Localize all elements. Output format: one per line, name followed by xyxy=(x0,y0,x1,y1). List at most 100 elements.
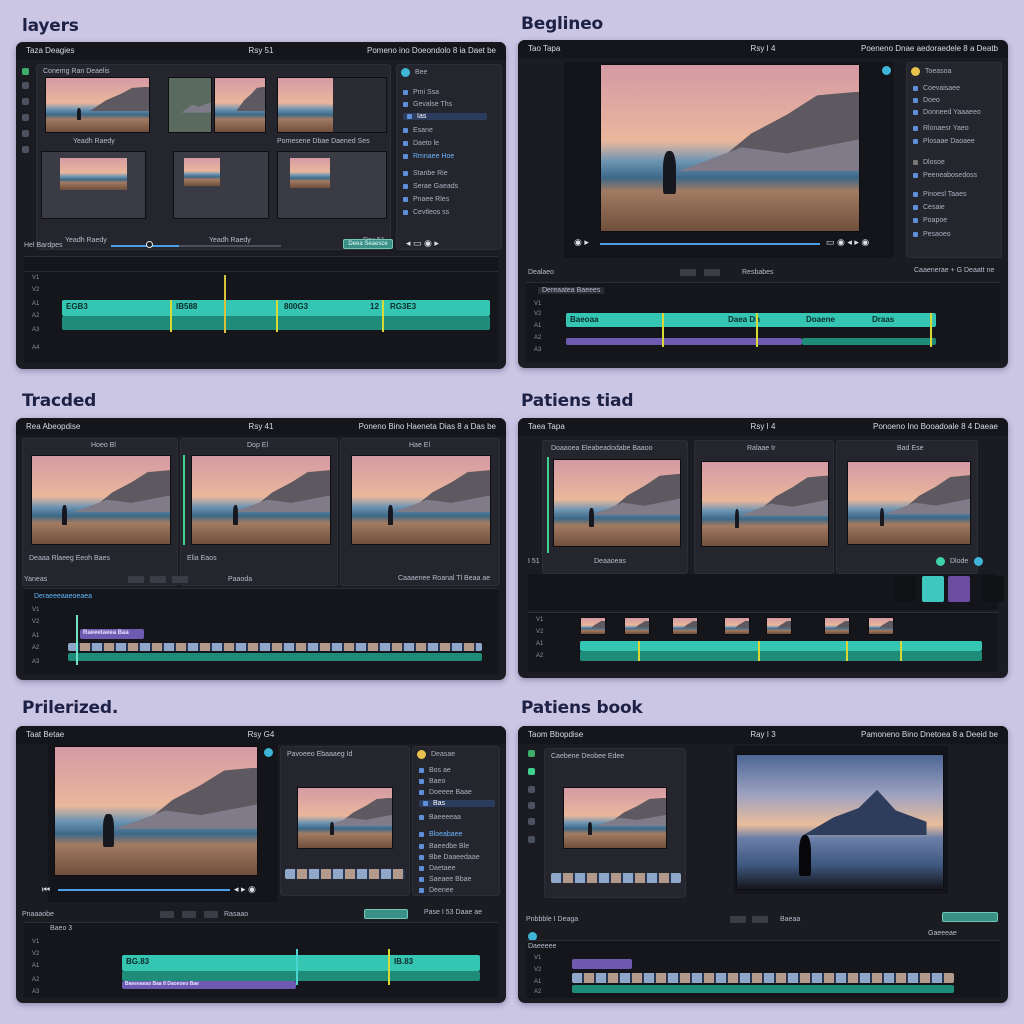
tool-icon[interactable] xyxy=(22,130,29,137)
sidebar-item[interactable]: Bee xyxy=(415,69,427,76)
sidebar-item[interactable]: Cevtleos ss xyxy=(403,209,449,216)
clip-thumbnail[interactable] xyxy=(824,617,850,635)
media-thumbnail[interactable] xyxy=(563,787,667,849)
tool-chip[interactable] xyxy=(752,916,768,923)
scrub-bar[interactable] xyxy=(111,245,281,247)
filmstrip[interactable] xyxy=(551,873,681,883)
media-thumbnail[interactable] xyxy=(45,77,150,133)
video-clip[interactable] xyxy=(572,973,954,983)
audio-clip[interactable] xyxy=(68,653,482,661)
sidebar-item[interactable]: Dlosoe xyxy=(913,159,945,166)
sidebar-item[interactable]: Esane xyxy=(403,127,433,134)
tool-icon[interactable] xyxy=(22,146,29,153)
color-swatch[interactable] xyxy=(948,576,970,602)
action-button[interactable] xyxy=(942,912,998,922)
settings-icon[interactable] xyxy=(974,557,983,566)
tool-chip[interactable] xyxy=(730,916,746,923)
sidebar-item[interactable]: Pmi Ssa xyxy=(403,89,439,96)
tool-icon[interactable] xyxy=(528,836,535,843)
sidebar-item[interactable]: Gevalse Ths xyxy=(403,101,452,108)
playhead[interactable] xyxy=(76,615,78,665)
audio-clip[interactable] xyxy=(572,985,954,993)
playback-controls[interactable]: ▭ ◉ ◂ ▸ ◉ xyxy=(826,237,869,248)
media-thumbnail[interactable] xyxy=(173,151,269,219)
sidebar-item[interactable]: Baeeeeaa xyxy=(419,814,461,821)
color-swatch[interactable] xyxy=(982,576,1004,602)
tool-chip[interactable] xyxy=(204,911,218,918)
camera-frame[interactable] xyxy=(553,459,681,547)
playback-controls[interactable]: ◂ ▭ ◉ ▸ xyxy=(406,238,439,249)
sidebar-item[interactable]: Pnaee Rles xyxy=(403,196,449,203)
camera-frame[interactable] xyxy=(191,455,331,545)
clip-thumbnail[interactable] xyxy=(766,617,792,635)
camera-frame[interactable] xyxy=(701,461,829,547)
sidebar-item[interactable]: Bbe Daaeedaae xyxy=(419,854,480,861)
sidebar-item[interactable]: Baeo xyxy=(419,778,445,785)
clip-thumbnail[interactable] xyxy=(580,617,606,635)
audio-clip[interactable] xyxy=(802,338,936,345)
sidebar-item[interactable]: Plosaae Daoaee xyxy=(913,138,975,145)
playback-controls[interactable]: ◉ ▸ xyxy=(574,237,589,248)
sidebar-item[interactable]: Daeto le xyxy=(403,140,439,147)
playback-controls[interactable]: ◂ ▸ ◉ xyxy=(234,884,256,895)
sidebar-item[interactable]: Pinoesl Taaes xyxy=(913,191,966,198)
title-clip[interactable] xyxy=(572,959,632,969)
playhead[interactable] xyxy=(224,275,226,333)
clip-thumbnail[interactable] xyxy=(868,617,894,635)
tool-icon[interactable] xyxy=(528,750,535,757)
tool-chip[interactable] xyxy=(680,269,696,276)
video-clip[interactable] xyxy=(68,643,482,651)
color-icon[interactable] xyxy=(936,557,945,566)
audio-clip[interactable]: Baeeeaeao Baa 8 Daoeoeo Bae xyxy=(122,981,296,989)
tool-chip[interactable] xyxy=(160,911,174,918)
media-thumbnail[interactable] xyxy=(277,151,387,219)
playback-controls[interactable]: ⏮ xyxy=(42,884,50,895)
settings-icon[interactable] xyxy=(264,748,273,757)
audio-clip[interactable] xyxy=(566,338,802,345)
sidebar-item[interactable]: Bos ae xyxy=(419,767,451,774)
tool-chip[interactable] xyxy=(182,911,196,918)
color-swatch[interactable] xyxy=(894,576,916,602)
sidebar-item[interactable]: Peeneabosedoss xyxy=(913,172,977,179)
tool-icon[interactable] xyxy=(22,98,29,105)
audio-clip[interactable] xyxy=(122,971,480,981)
camera-frame[interactable] xyxy=(847,461,971,545)
sidebar-item[interactable]: Rlonaesr Yaeo xyxy=(913,125,969,132)
clip-thumbnail[interactable] xyxy=(672,617,698,635)
scrub-bar[interactable] xyxy=(600,243,820,245)
tool-icon[interactable] xyxy=(528,818,535,825)
sidebar-item[interactable]: Bloeabaee xyxy=(419,831,462,838)
tool-icon[interactable] xyxy=(528,786,535,793)
sidebar-item[interactable]: Daetaee xyxy=(419,865,455,872)
sidebar-item[interactable]: Rmnaee Hoe xyxy=(403,153,454,160)
sidebar-item-selected[interactable]: Bas xyxy=(419,800,495,807)
sidebar-item[interactable]: Deenee xyxy=(419,887,454,894)
filmstrip[interactable] xyxy=(285,869,405,879)
sidebar-item-selected[interactable]: Ias xyxy=(403,113,487,120)
clip-thumbnail[interactable] xyxy=(624,617,650,635)
tool-icon[interactable] xyxy=(22,114,29,121)
sidebar-item[interactable]: Pesaoeo xyxy=(913,231,951,238)
timeline-clip[interactable] xyxy=(580,641,982,651)
tool-chip[interactable] xyxy=(128,576,144,583)
sidebar-item[interactable]: Stanbe Rie xyxy=(403,170,448,177)
scrub-handle[interactable] xyxy=(146,241,153,248)
media-thumbnail[interactable] xyxy=(214,77,266,133)
action-button[interactable]: Deea Seaesce xyxy=(343,239,393,249)
media-thumbnail[interactable] xyxy=(168,77,212,133)
tool-icon[interactable] xyxy=(528,802,535,809)
title-clip[interactable]: Raeeetaeea Baa xyxy=(80,629,144,639)
scrub-bar[interactable] xyxy=(58,889,230,891)
sidebar-item[interactable]: Baeedbe Ble xyxy=(419,843,469,850)
sidebar-item[interactable]: Cesaie xyxy=(913,204,945,211)
sidebar-item[interactable]: Doeo xyxy=(913,97,940,104)
camera-frame[interactable] xyxy=(31,455,171,545)
tool-icon[interactable] xyxy=(528,768,535,775)
sidebar-item[interactable]: Donneed Yaaaeeo xyxy=(913,109,981,116)
settings-icon[interactable] xyxy=(882,66,891,75)
audio-clip[interactable] xyxy=(580,651,982,661)
media-thumbnail[interactable] xyxy=(41,151,146,219)
clip-thumbnail[interactable] xyxy=(724,617,750,635)
sidebar-item[interactable]: Doeeee Baae xyxy=(419,789,472,796)
camera-frame[interactable] xyxy=(351,455,491,545)
